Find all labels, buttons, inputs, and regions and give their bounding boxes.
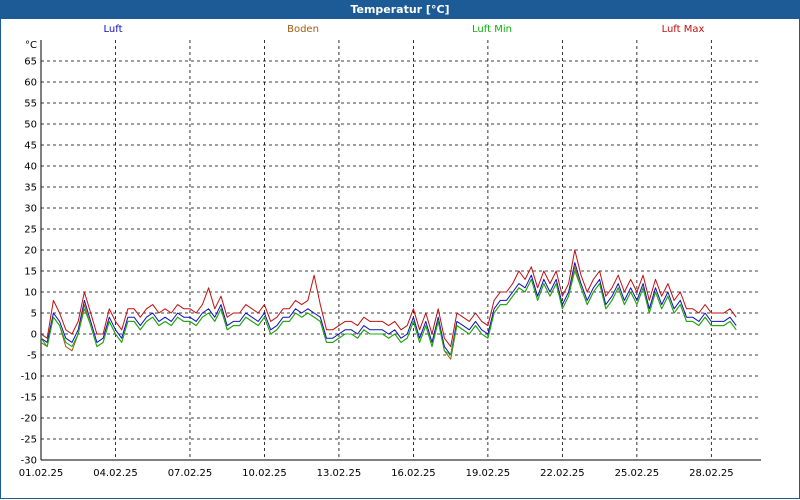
x-tick-label: 07.02.25: [168, 468, 213, 479]
x-tick-label: 13.02.25: [317, 468, 362, 479]
y-tick-label: -10: [21, 372, 37, 383]
y-tick-label: 25: [24, 225, 37, 236]
x-tick-label: 04.02.25: [93, 468, 138, 479]
y-tick-label: -30: [21, 456, 37, 467]
series-line-luft-max: [40, 249, 737, 348]
temperature-chart: -30 -25 -20 -15 -10 -5 0 5 10 15 20 25 30 35 40 45 50 55 6…: [19, 40, 761, 479]
y-tick-label: 40: [24, 162, 37, 173]
y-tick-label: 5: [31, 309, 37, 320]
x-tick-label: 28.02.25: [689, 468, 734, 479]
y-tick-label: 65: [24, 57, 37, 68]
y-tick-label: 55: [24, 99, 37, 110]
y-axis-label: °C: [25, 40, 37, 51]
y-tick-label: -15: [21, 393, 37, 404]
y-tick-label: 35: [24, 183, 37, 194]
series-line-luft: [40, 262, 737, 356]
y-tick-label: 15: [24, 267, 37, 278]
y-tick-label: 0: [31, 330, 37, 341]
y-tick-label: -25: [21, 435, 37, 446]
y-tick-label: -5: [27, 351, 37, 362]
x-tick-label: 25.02.25: [615, 468, 660, 479]
x-tick-label: 16.02.25: [391, 468, 436, 479]
y-tick-label: -20: [21, 414, 37, 425]
y-tick-label: 45: [24, 141, 37, 152]
y-tick-label: 60: [24, 78, 37, 89]
y-tick-label: 30: [24, 204, 37, 215]
y-tick-label: 20: [24, 246, 37, 257]
x-tick-label: 19.02.25: [466, 468, 511, 479]
y-tick-label: 50: [24, 120, 37, 131]
y-tick-label: 10: [24, 288, 37, 299]
x-tick-label: 22.02.25: [540, 468, 585, 479]
x-tick-label: 10.02.25: [242, 468, 287, 479]
x-tick-label: 01.02.25: [19, 468, 64, 479]
